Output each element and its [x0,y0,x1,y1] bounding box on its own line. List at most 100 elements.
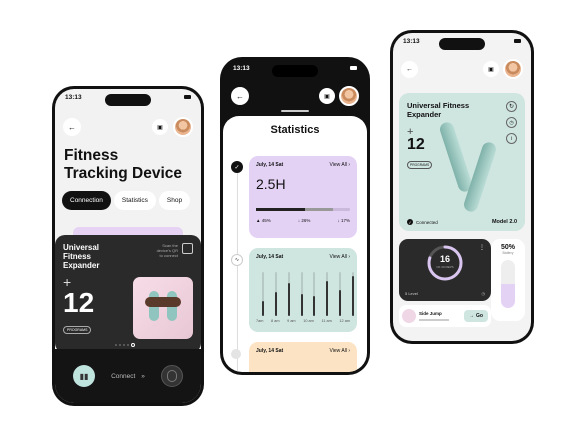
activity-bar [313,296,316,316]
exercise-progress [419,319,449,321]
avatar[interactable] [503,59,523,79]
dynamic-island [272,65,318,77]
statistics-panel: Statistics ✓ ∿ July, 14 Sat View All › 2… [223,110,367,372]
reps-card[interactable]: ⋮ 16 OF 20 REPS 5 Level ◷ [399,239,491,301]
battery-icon [184,95,191,99]
dynamic-island [439,38,485,50]
back-button[interactable]: ← [231,87,249,105]
view-all-link[interactable]: View All › [330,348,350,354]
chevrons-right-icon: » [141,372,145,380]
tick-label: 12 am [339,319,350,323]
duration-value: 2.5H [256,176,286,192]
connection-screen: 13:13 ← ▣ Fitness Tracking Device Connec… [55,89,201,403]
chevron-right-icon: › [348,162,350,168]
status-time: 13:13 [403,37,420,45]
hands-graphic [145,297,181,307]
program-count-label: PROGRAMS [407,161,433,169]
back-button[interactable]: ← [63,118,81,136]
activity-bar [326,280,329,316]
back-button[interactable]: ← [401,60,418,78]
tick-label: 9 am [287,319,296,323]
stat-1: ▲ 45% [256,218,271,223]
tab-statistics[interactable]: Statistics [113,191,156,210]
info-button[interactable]: i [506,133,517,144]
device-button[interactable]: ▮▮ [73,365,95,387]
activity-bar [352,276,354,316]
arrow-right-icon: → [469,313,475,319]
exercise-row[interactable]: Side Jump → Go [399,305,491,327]
stats-card-activity[interactable]: July, 14 Sat View All › 7am 8 am 9 am 10… [249,248,357,332]
duration-bar-seg2 [304,208,334,211]
go-button-label: Go [476,313,483,319]
device-title-line2: Expander [407,110,442,119]
card-date: July, 14 Sat [256,254,284,260]
activity-bar [262,300,264,316]
program-count-label: PROGRAMS [63,326,92,334]
device-hero-card[interactable]: Universal Fitness Expander + 12 PROGRAMS… [399,93,525,231]
stat-3: ↓ 17% [337,218,350,223]
battery-gauge-fill [501,284,515,308]
device-title: Universal Fitness Expander [407,101,517,119]
tab-connection[interactable]: Connection [62,191,111,210]
calendar-icon: ▣ [157,124,163,131]
connect-bar: ▮▮ Connect » [55,349,201,403]
activity-bar [274,291,277,316]
duration-bar-seg1 [256,208,305,211]
phone-device-detail: 13:13 ← ▣ Universal Fitness Expander + 1… [390,30,534,344]
status-icons [514,39,521,43]
reps-value: 16 [439,254,450,264]
connect-label: Connect [111,372,136,380]
calendar-button[interactable]: ▣ [152,119,168,135]
stats-card-upcoming[interactable]: July, 14 Sat View All › [249,342,357,372]
carousel-dots[interactable] [115,343,135,347]
activity-bar [339,289,342,316]
connection-status: ✓ Connected [407,219,438,225]
view-all-label: View All [329,348,347,354]
arrow-left-icon: ← [68,122,76,132]
activity-bar [300,294,303,316]
status-time: 13:13 [65,93,82,101]
fingerprint-button[interactable] [161,365,183,387]
statistics-screen: 13:13 ← ▣ Statistics ✓ ∿ July, 14 Sat Vi… [223,60,367,372]
device-name: Universal Fitness Expander [63,243,99,270]
calendar-button[interactable]: ▣ [319,88,335,104]
tick-label: 10 am [303,319,314,323]
view-all-link[interactable]: View All › [330,254,350,260]
activity-bar [287,283,290,316]
page-title-line2: Tracking Device [64,165,183,182]
view-all-label: View All [329,162,347,168]
calendar-button[interactable]: ▣ [483,61,499,77]
more-icon[interactable]: ⋮ [479,244,485,251]
tick-label: 7am [256,319,264,323]
phone-statistics: 13:13 ← ▣ Statistics ✓ ∿ July, 14 Sat Vi… [220,57,370,375]
check-icon: ✓ [231,161,243,173]
page-title-line1: Fitness [64,147,119,164]
battery-icon [514,39,521,43]
avatar[interactable] [339,86,359,106]
stats-card-duration[interactable]: July, 14 Sat View All › 2.5H ▲ 45% ↓ 26%… [249,156,357,238]
card-date: July, 14 Sat [256,162,284,168]
page-title: Statistics [270,124,320,136]
arrow-left-icon: ← [236,91,244,101]
scan-hint-line3: to connect [159,253,178,258]
stage: 13:13 ← ▣ Fitness Tracking Device Connec… [0,0,577,433]
status-icons [184,95,191,99]
battery-card: 50% Battery [491,239,525,321]
check-icon: ✓ [407,219,413,225]
tab-shop[interactable]: Shop [158,191,191,210]
device-photo [133,277,193,339]
chevron-right-icon: › [348,348,350,354]
qr-code-icon[interactable] [182,243,193,254]
connect-slider[interactable]: Connect » [107,373,149,380]
device-card[interactable]: Universal Fitness Expander Scan the devi… [55,235,201,353]
go-button[interactable]: → Go [464,310,488,322]
grab-handle[interactable] [281,110,309,112]
refresh-button[interactable]: ↻ [506,101,517,112]
battery-percent: 50% [500,244,515,251]
timer-button[interactable]: ◷ [506,117,517,128]
view-all-link[interactable]: View All › [330,162,350,168]
avatar[interactable] [173,117,193,137]
tick-label: 11 am [321,319,332,323]
status-icons [350,66,357,70]
battery-gauge [501,260,515,308]
